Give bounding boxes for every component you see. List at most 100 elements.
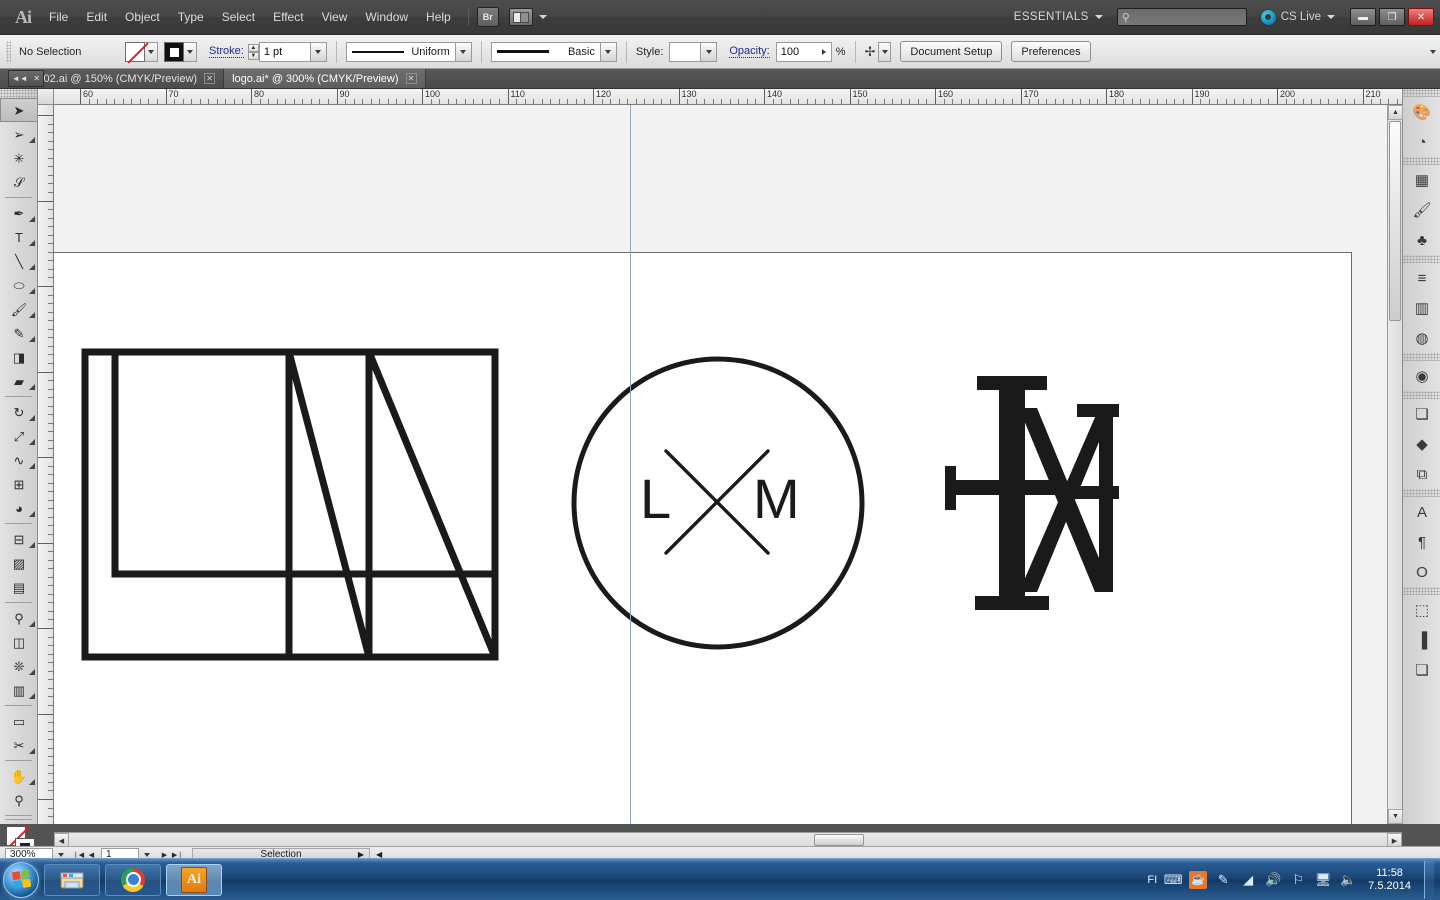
color-panel-icon[interactable]: 🎨	[1403, 97, 1440, 127]
stroke-weight-value[interactable]: 1 pt	[258, 41, 311, 62]
language-indicator[interactable]: FI	[1147, 874, 1157, 886]
document-tab-2-close-icon[interactable]: ✕	[405, 73, 417, 84]
gradient-panel-icon[interactable]: ▥	[1403, 293, 1440, 323]
graphic-style-value[interactable]	[669, 41, 702, 62]
panel-group-grip[interactable]	[1403, 255, 1440, 263]
stroke-weight-dropdown[interactable]	[310, 41, 327, 62]
menu-view[interactable]: View	[313, 5, 357, 29]
menu-help[interactable]: Help	[417, 5, 460, 29]
brush-preview[interactable]: Basic	[490, 41, 601, 62]
stroke-weight-stepper[interactable]: ▲ ▼	[247, 43, 259, 60]
scale-tool[interactable]: ⤢	[0, 424, 38, 448]
brushes-panel-icon[interactable]: 🖌	[1403, 195, 1440, 225]
horizontal-ruler[interactable]: 60 70 80 90 100 110 120 130 140 150 160 170 180 190 20…	[54, 89, 1402, 105]
opentype-panel-icon[interactable]: O	[1403, 557, 1440, 587]
arrange-chevron-down-icon[interactable]	[538, 15, 547, 19]
document-setup-button[interactable]: Document Setup	[900, 41, 1003, 62]
appearance-panel-icon[interactable]: ◉	[1403, 361, 1440, 391]
menu-effect[interactable]: Effect	[264, 5, 312, 29]
menu-object[interactable]: Object	[116, 5, 169, 29]
artboards-panel-icon[interactable]: ◆	[1403, 429, 1440, 459]
eyedropper-tool[interactable]: ⚲	[0, 606, 38, 630]
color-guide-panel-icon[interactable]: ◔	[1403, 127, 1440, 157]
show-desktop-button[interactable]	[1424, 860, 1434, 899]
volume-icon[interactable]: 🔊	[1264, 871, 1282, 889]
minimize-button[interactable]: ▬	[1350, 8, 1376, 26]
taskbar-chrome-button[interactable]	[105, 863, 161, 896]
type-tool[interactable]: T	[0, 225, 38, 249]
tools-panel-grip[interactable]	[0, 89, 37, 98]
scroll-down-arrow[interactable]: ▼	[1388, 809, 1403, 824]
taskbar-clock[interactable]: 11:58 7.5.2014	[1368, 867, 1411, 893]
horizontal-scroll-thumb[interactable]	[814, 834, 864, 846]
line-segment-tool[interactable]: ╲	[0, 249, 38, 273]
panel-group-grip[interactable]	[1403, 391, 1440, 399]
stroke-weight-combo[interactable]: 1 pt	[258, 41, 327, 62]
panel-group-grip[interactable]	[1403, 489, 1440, 497]
circle-lxm-monogram[interactable]: L M	[568, 353, 868, 653]
artboard[interactable]: L M	[54, 252, 1352, 824]
transparency-panel-icon[interactable]: ◍	[1403, 323, 1440, 353]
document-tab-2[interactable]: logo.ai* @ 300% (CMYK/Preview) ✕	[224, 69, 426, 88]
column-graph-tool[interactable]: ▥	[0, 678, 38, 702]
speaker-icon[interactable]: 🔈	[1339, 871, 1357, 889]
search-input[interactable]: ⚲	[1116, 8, 1247, 26]
hand-tool[interactable]: ✋	[0, 764, 38, 788]
rotate-tool[interactable]: ↻	[0, 400, 38, 424]
perspective-grid-tool[interactable]: ⊟	[0, 527, 38, 551]
preferences-button[interactable]: Preferences	[1011, 41, 1091, 62]
vertical-scroll-thumb[interactable]	[1389, 121, 1401, 321]
blend-tool[interactable]: ◫	[0, 630, 38, 654]
arrange-documents-button[interactable]	[508, 8, 533, 26]
stroke-label[interactable]: Stroke:	[209, 45, 244, 58]
lasso-tool[interactable]: 𝒮	[0, 170, 38, 194]
paragraph-panel-icon[interactable]: ¶	[1403, 527, 1440, 557]
stroke-profile-dropdown[interactable]	[455, 41, 472, 62]
links-panel-icon[interactable]: ⧉	[1403, 459, 1440, 489]
serif-im-monogram[interactable]	[941, 368, 1141, 618]
close-button[interactable]: ✕	[1408, 8, 1434, 26]
menu-select[interactable]: Select	[213, 5, 264, 29]
menu-type[interactable]: Type	[169, 5, 213, 29]
shape-builder-tool[interactable]: ◕	[0, 496, 38, 520]
brush-dropdown[interactable]	[600, 41, 617, 62]
wifi-icon[interactable]: ◢	[1239, 871, 1257, 889]
panel-group-grip[interactable]	[1403, 157, 1440, 165]
floating-panel-control[interactable]: ◄◄ ✕	[8, 70, 44, 87]
panel-dock-grip[interactable]	[1403, 89, 1440, 97]
zoom-tool[interactable]: ⚲	[0, 788, 38, 812]
zoom-dropdown-icon[interactable]	[58, 852, 64, 857]
go-to-bridge-button[interactable]: Br	[476, 7, 499, 27]
stroke-swatch-dropdown[interactable]	[184, 41, 197, 62]
align-panel-icon[interactable]: ▐	[1403, 625, 1440, 655]
magic-wand-tool[interactable]: ✳	[0, 146, 38, 170]
horizontal-scrollbar[interactable]: ◀ ▶	[54, 832, 1402, 848]
transform-panel-icon[interactable]: ⬚	[1403, 595, 1440, 625]
opacity-combo[interactable]: 100	[775, 41, 832, 62]
brush-definition-combo[interactable]: Basic	[490, 41, 617, 62]
restore-button[interactable]: ❐	[1379, 8, 1405, 26]
swatches-panel-icon[interactable]: ▦	[1403, 165, 1440, 195]
pathfinder-panel-icon[interactable]: ❏	[1403, 655, 1440, 685]
network-icon[interactable]: 🖥	[1314, 871, 1332, 889]
taskbar-explorer-button[interactable]	[44, 863, 100, 896]
opacity-field[interactable]: 100	[775, 41, 832, 62]
blob-brush-tool[interactable]: ◨	[0, 345, 38, 369]
ruler-corner[interactable]	[38, 89, 54, 105]
character-panel-icon[interactable]: A	[1403, 497, 1440, 527]
pen-tool[interactable]: ✒	[0, 201, 38, 225]
selection-tool[interactable]: ➤	[0, 98, 38, 122]
menu-file[interactable]: File	[40, 5, 77, 29]
slice-tool[interactable]: ✂	[0, 733, 38, 757]
close-panel-icon[interactable]: ✕	[33, 74, 40, 83]
keyboard-icon[interactable]: ⌨	[1164, 871, 1183, 889]
acrobat-icon[interactable]: ✎	[1214, 871, 1232, 889]
vertical-scrollbar[interactable]: ▲ ▼	[1387, 105, 1403, 824]
transform-effects-group[interactable]: ✢	[865, 41, 892, 62]
width-tool[interactable]: ∿	[0, 448, 38, 472]
mesh-tool[interactable]: ▨	[0, 551, 38, 575]
action-center-icon[interactable]: ⚐	[1289, 871, 1307, 889]
panel-group-grip[interactable]	[1403, 353, 1440, 361]
direct-selection-tool[interactable]: ➢	[0, 122, 38, 146]
layers-panel-icon[interactable]: ❏	[1403, 399, 1440, 429]
